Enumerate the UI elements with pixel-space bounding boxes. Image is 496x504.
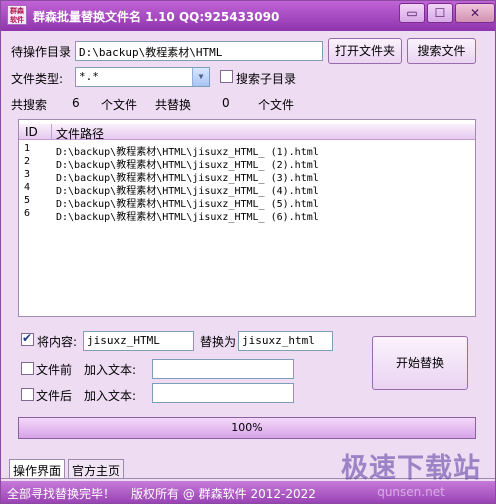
watermark-url: qunsen.net <box>377 485 445 499</box>
close-icon: ✕ <box>469 6 481 20</box>
replaced-label: 共替换 <box>155 98 192 112</box>
row-id: 4 <box>24 182 31 193</box>
tab-operation[interactable]: 操作界面 <box>9 459 66 479</box>
minimize-icon: ▭ <box>406 6 418 20</box>
suffix-text-input[interactable] <box>152 383 294 403</box>
prefix-label: 文件前 <box>36 363 73 377</box>
close-button[interactable]: ✕ <box>455 3 495 23</box>
replace-content-label: 将内容: <box>37 335 78 349</box>
searched-count: 6 <box>72 96 80 110</box>
replaced-count: 0 <box>222 96 230 110</box>
maximize-icon: ☐ <box>434 6 446 20</box>
chevron-down-icon[interactable]: ▼ <box>192 68 209 86</box>
row-id: 1 <box>24 143 31 154</box>
maximize-button[interactable]: ☐ <box>427 3 453 23</box>
status-message: 全部寻找替换完毕！ <box>7 487 116 501</box>
replace-content-checkbox[interactable] <box>21 331 34 346</box>
replace-content-input[interactable]: jisuxz_HTML <box>83 331 194 351</box>
progress-text: 100% <box>231 421 263 434</box>
row-id: 6 <box>24 208 31 219</box>
table-row[interactable]: 1 D:\backup\教程素材\HTML\jisuxz_HTML_ (1).h… <box>19 143 475 158</box>
file-list-header: ID 文件路径 <box>19 124 475 142</box>
table-row[interactable]: 6 D:\backup\教程素材\HTML\jisuxz_HTML_ (6).h… <box>19 208 475 223</box>
table-row[interactable]: 3 D:\backup\教程素材\HTML\jisuxz_HTML_ (3).h… <box>19 169 475 184</box>
column-header-path[interactable]: 文件路径 <box>56 125 104 142</box>
suffix-checkbox[interactable] <box>21 388 34 401</box>
prefix-checkbox[interactable] <box>21 362 34 375</box>
prefix-add-label: 加入文本: <box>84 363 137 377</box>
column-divider[interactable] <box>51 124 52 139</box>
search-files-button[interactable]: 搜索文件 <box>407 38 476 64</box>
row-id: 5 <box>24 195 31 206</box>
minimize-button[interactable]: ▭ <box>399 3 425 23</box>
file-list[interactable]: ID 文件路径 1 D:\backup\教程素材\HTML\jisuxz_HTM… <box>18 119 476 317</box>
search-subdir-label: 搜索子目录 <box>236 72 297 86</box>
title-bar[interactable]: 群森 软件 群森批量替换文件名 1.10 QQ:925433090 ▭ ☐ ✕ <box>1 1 495 31</box>
file-type-label: 文件类型: <box>11 72 64 86</box>
file-type-select[interactable]: *.* ▼ <box>75 67 210 87</box>
window-title: 群森批量替换文件名 1.10 QQ:925433090 <box>33 10 280 24</box>
row-path: D:\backup\教程素材\HTML\jisuxz_HTML_ (6).htm… <box>56 212 319 223</box>
app-window: 群森 软件 群森批量替换文件名 1.10 QQ:925433090 ▭ ☐ ✕ 待… <box>0 0 496 504</box>
suffix-add-label: 加入文本: <box>84 389 137 403</box>
start-replace-button[interactable]: 开始替换 <box>372 336 468 390</box>
replace-with-input[interactable]: jisuxz_html <box>238 331 333 351</box>
watermark-logo: 极速下载站 qunsen.net <box>331 453 491 503</box>
replaced-unit: 个文件 <box>258 98 295 112</box>
table-row[interactable]: 5 D:\backup\教程素材\HTML\jisuxz_HTML_ (5).h… <box>19 195 475 210</box>
searched-label: 共搜索 <box>11 98 48 112</box>
column-header-id[interactable]: ID <box>25 125 38 139</box>
table-row[interactable]: 2 D:\backup\教程素材\HTML\jisuxz_HTML_ (2).h… <box>19 156 475 171</box>
searched-unit: 个文件 <box>101 98 138 112</box>
open-folder-button[interactable]: 打开文件夹 <box>328 38 402 64</box>
watermark-text: 极速下载站 <box>341 453 481 484</box>
row-id: 3 <box>24 169 31 180</box>
progress-bar: 100% <box>18 417 476 439</box>
replace-with-label: 替换为 <box>200 335 237 349</box>
app-logo: 群森 软件 <box>7 5 27 25</box>
file-type-value: *.* <box>79 70 99 83</box>
copyright-text: 版权所有 @ 群森软件 2012-2022 <box>131 487 316 501</box>
row-id: 2 <box>24 156 31 167</box>
path-label: 待操作目录 <box>11 45 72 59</box>
tab-homepage[interactable]: 官方主页 <box>68 459 125 479</box>
path-input[interactable]: D:\backup\教程素材\HTML <box>75 41 323 61</box>
prefix-text-input[interactable] <box>152 359 294 379</box>
table-row[interactable]: 4 D:\backup\教程素材\HTML\jisuxz_HTML_ (4).h… <box>19 182 475 197</box>
suffix-label: 文件后 <box>36 389 73 403</box>
search-subdir-checkbox[interactable] <box>220 70 233 83</box>
